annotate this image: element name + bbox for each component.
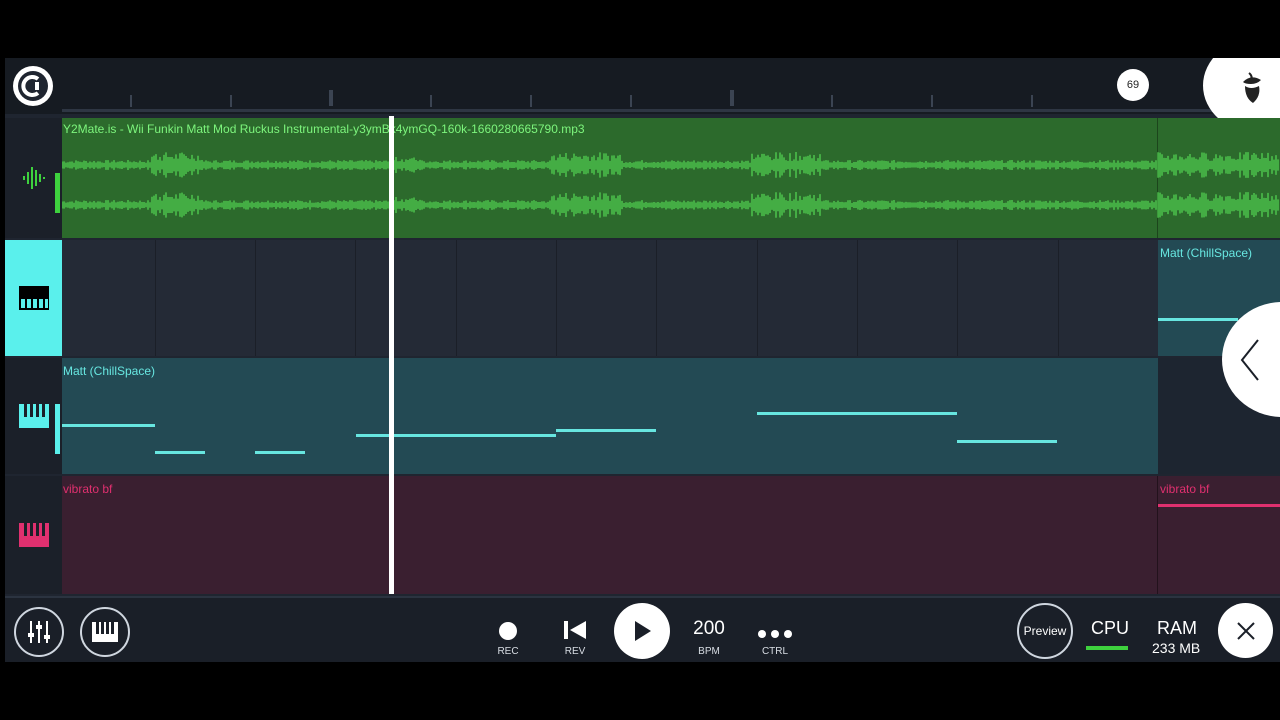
grid-line	[255, 240, 256, 356]
piano-1-clip-label: Matt (ChillSpace)	[1160, 246, 1253, 260]
transport-bar: REC REV 200 BPM CTRL Preview CPU RAM 233…	[5, 596, 1280, 662]
ruler-tick	[130, 95, 132, 107]
mixer-button[interactable]	[14, 607, 64, 657]
grid-line	[857, 240, 858, 356]
more-dots-icon	[758, 630, 792, 638]
ruler-tick	[831, 95, 833, 107]
midi-note[interactable]	[757, 412, 957, 415]
piano-3-clip-label: vibrato bf	[63, 482, 113, 496]
midi-note[interactable]	[556, 429, 656, 432]
rev-label: REV	[564, 646, 586, 657]
bpm-label: BPM	[698, 646, 720, 657]
track-piano-3[interactable]: vibrato bf vibrato bf	[5, 476, 1280, 594]
ctrl-label: CTRL	[761, 646, 789, 657]
tempo-value[interactable]: 200	[684, 618, 734, 640]
midi-note[interactable]	[1158, 504, 1280, 507]
cpu-label: CPU	[1091, 618, 1130, 638]
close-button[interactable]	[1218, 603, 1273, 658]
grid-line	[957, 240, 958, 356]
track-piano-1[interactable]: Matt (ChillSpace)	[5, 240, 1280, 356]
midi-note[interactable]	[255, 451, 305, 454]
piano-3-lane[interactable]: vibrato bf vibrato bf	[62, 476, 1280, 594]
piano-clip[interactable]: Matt (ChillSpace)	[62, 358, 1158, 474]
midi-note[interactable]	[155, 451, 205, 454]
fl-logo-icon	[18, 71, 48, 101]
piano-keys-icon	[18, 286, 49, 310]
ruler-tick	[1031, 95, 1033, 107]
piano-level-meter	[55, 404, 60, 454]
piano-keys-icon	[18, 404, 49, 428]
midi-note[interactable]	[356, 434, 556, 437]
ctrl-button[interactable]	[757, 626, 793, 644]
grid-line	[456, 240, 457, 356]
record-button[interactable]	[499, 622, 517, 640]
grid-line	[656, 240, 657, 356]
ram-label: RAM	[1157, 618, 1197, 638]
daw-window: 69 Y2Mate.is - Wii Funkin Matt Mod Rucku…	[5, 58, 1280, 662]
clip-divider	[1157, 476, 1158, 594]
play-icon	[635, 621, 651, 641]
midi-note[interactable]	[1158, 318, 1238, 321]
notification-badge[interactable]: 69	[1117, 69, 1149, 101]
preview-button[interactable]: Preview	[1017, 603, 1073, 659]
ruler-tick-bar	[730, 90, 734, 106]
piano-keys-icon	[92, 622, 118, 642]
audio-level-meter	[55, 173, 60, 213]
ruler-tick	[530, 95, 532, 107]
grid-line	[757, 240, 758, 356]
piano-2-clip-label: Matt (ChillSpace)	[63, 364, 156, 378]
track-piano-1-header[interactable]	[5, 240, 62, 356]
piano-4-clip-label: vibrato bf	[1160, 482, 1210, 496]
skip-back-icon	[564, 621, 586, 639]
rewind-button[interactable]	[562, 619, 588, 646]
ruler-tick	[230, 95, 232, 107]
ruler-tick-bar	[329, 90, 333, 106]
close-icon	[1236, 621, 1255, 640]
ruler-line	[62, 109, 1280, 112]
cpu-meter	[1086, 646, 1128, 650]
grid-line	[355, 240, 356, 356]
chevron-left-icon	[1240, 339, 1259, 381]
piano-1-lane[interactable]: Matt (ChillSpace)	[62, 240, 1280, 356]
piano-2-lane[interactable]: Matt (ChillSpace)	[62, 358, 1280, 474]
track-audio[interactable]: Y2Mate.is - Wii Funkin Matt Mod Ruckus I…	[5, 118, 1280, 238]
grid-line	[556, 240, 557, 356]
play-button[interactable]	[614, 603, 670, 659]
track-piano-2[interactable]: Matt (ChillSpace)	[5, 358, 1280, 474]
midi-note[interactable]	[62, 424, 155, 427]
mixer-sliders-icon	[28, 621, 50, 643]
playhead[interactable]	[389, 116, 394, 594]
waveform-icon	[22, 167, 45, 189]
grid-line	[1058, 240, 1059, 356]
app-menu-button[interactable]	[13, 66, 53, 106]
ram-value: 233 MB	[1152, 640, 1201, 656]
track-audio-header[interactable]	[5, 118, 62, 238]
grid-line	[155, 240, 156, 356]
midi-note[interactable]	[957, 440, 1057, 443]
ruler-tick	[430, 95, 432, 107]
fruit-logo-icon	[1243, 72, 1261, 103]
ruler-tick	[931, 95, 933, 107]
track-piano-3-header[interactable]	[5, 476, 62, 594]
piano-roll-button[interactable]	[80, 607, 130, 657]
audio-clip[interactable]: Y2Mate.is - Wii Funkin Matt Mod Ruckus I…	[62, 118, 1280, 238]
ruler-tick	[630, 95, 632, 107]
piano-keys-icon	[18, 523, 49, 547]
audio-waveform	[62, 152, 1279, 218]
track-piano-2-header[interactable]	[5, 358, 62, 474]
timeline-ruler[interactable]: 69	[5, 58, 1280, 133]
rec-label: REC	[497, 646, 519, 657]
